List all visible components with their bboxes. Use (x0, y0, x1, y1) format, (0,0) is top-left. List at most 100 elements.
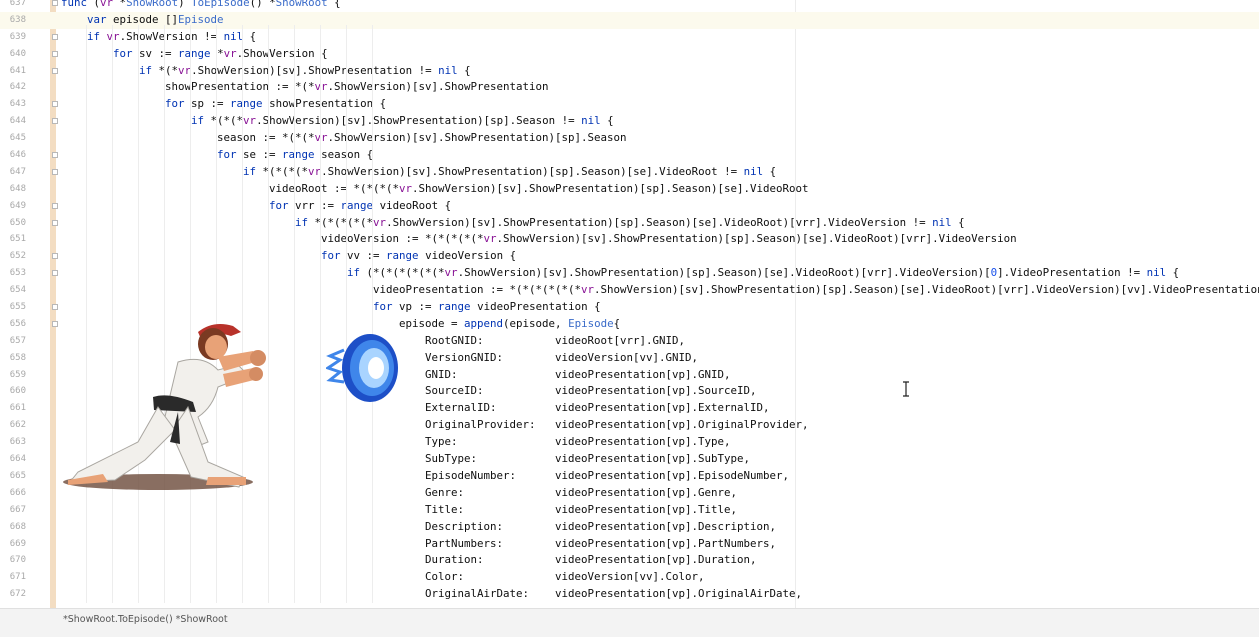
fold-marker-icon[interactable] (52, 168, 58, 175)
code-text[interactable]: if *(*vr.ShowVersion)[sv].ShowPresentati… (61, 63, 471, 80)
code-line[interactable]: 644 if *(*(*vr.ShowVersion)[sv].ShowPres… (0, 113, 1259, 130)
line-number: 643 (9, 99, 26, 110)
line-number: 672 (9, 589, 26, 600)
fold-marker-icon[interactable] (52, 304, 58, 311)
code-text[interactable]: season := *(*(*vr.ShowVersion)[sv].ShowP… (61, 130, 627, 147)
code-line[interactable]: 640 for sv := range *vr.ShowVersion { (0, 46, 1259, 63)
code-line[interactable]: 638 var episode []Episode (0, 11, 1259, 29)
fold-marker-icon[interactable] (52, 253, 58, 260)
line-number: 651 (9, 234, 26, 245)
code-text[interactable]: showPresentation := *(*vr.ShowVersion)[s… (61, 79, 549, 96)
code-text[interactable]: if vr.ShowVersion != nil { (61, 29, 256, 46)
code-line[interactable]: 643 for sp := range showPresentation { (0, 96, 1259, 113)
code-text[interactable]: videoPresentation := *(*(*(*(*(*vr.ShowV… (61, 282, 1259, 299)
code-line[interactable]: 645 season := *(*(*vr.ShowVersion)[sv].S… (0, 130, 1259, 147)
line-number: 650 (9, 217, 26, 228)
fold-marker-icon[interactable] (52, 219, 58, 226)
code-text[interactable]: if (*(*(*(*(*(*vr.ShowVersion)[sv].ShowP… (61, 265, 1179, 282)
line-number: 646 (9, 150, 26, 161)
fold-marker-icon[interactable] (52, 152, 58, 159)
line-number: 658 (9, 352, 26, 363)
code-line[interactable]: 648 videoRoot := *(*(*(*vr.ShowVersion)[… (0, 181, 1259, 198)
code-line[interactable]: 649 for vrr := range videoRoot { (0, 198, 1259, 215)
code-text[interactable]: Color: videoVersion[vv].Color, (61, 569, 705, 586)
code-line[interactable]: 650 if *(*(*(*(*vr.ShowVersion)[sv].Show… (0, 215, 1259, 232)
code-text[interactable]: if *(*(*(*vr.ShowVersion)[sv].ShowPresen… (61, 164, 776, 181)
line-number: 648 (9, 183, 26, 194)
code-text[interactable]: for se := range season { (61, 147, 373, 164)
code-line[interactable]: 653 if (*(*(*(*(*(*vr.ShowVersion)[sv].S… (0, 265, 1259, 282)
code-text[interactable]: Title: videoPresentation[vp].Title, (61, 502, 737, 519)
line-number: 660 (9, 386, 26, 397)
line-number: 653 (9, 268, 26, 279)
code-text[interactable]: for vrr := range videoRoot { (61, 198, 451, 215)
code-text[interactable]: videoVersion := *(*(*(*(*vr.ShowVersion)… (61, 231, 1017, 248)
code-line[interactable]: 669 PartNumbers: videoPresentation[vp].P… (0, 536, 1259, 553)
line-number: 647 (9, 166, 26, 177)
line-number: 659 (9, 369, 26, 380)
code-line[interactable]: 641 if *(*vr.ShowVersion)[sv].ShowPresen… (0, 63, 1259, 80)
code-line[interactable]: 642 showPresentation := *(*vr.ShowVersio… (0, 79, 1259, 96)
fold-marker-icon[interactable] (52, 50, 58, 57)
line-number: 669 (9, 538, 26, 549)
line-number: 670 (9, 555, 26, 566)
fold-marker-icon[interactable] (52, 67, 58, 74)
line-number: 668 (9, 521, 26, 532)
code-line[interactable]: 652 for vv := range videoVersion { (0, 248, 1259, 265)
fold-marker-icon[interactable] (52, 101, 58, 108)
text-cursor-icon (903, 381, 909, 397)
line-number: 642 (9, 82, 26, 93)
line-number: 665 (9, 470, 26, 481)
code-line[interactable]: 672 OriginalAirDate: videoPresentation[v… (0, 586, 1259, 603)
code-line[interactable]: 654 videoPresentation := *(*(*(*(*(*vr.S… (0, 282, 1259, 299)
fold-marker-icon[interactable] (52, 0, 58, 6)
code-text[interactable]: OriginalAirDate: videoPresentation[vp].O… (61, 586, 802, 603)
fighter-sprite (63, 324, 266, 490)
line-number: 671 (9, 572, 26, 583)
code-line[interactable]: 647 if *(*(*(*vr.ShowVersion)[sv].ShowPr… (0, 164, 1259, 181)
code-text[interactable]: PartNumbers: videoPresentation[vp].PartN… (61, 536, 776, 553)
indent-guide (320, 25, 321, 603)
line-number: 656 (9, 318, 26, 329)
line-number: 641 (9, 65, 26, 76)
status-bar: *ShowRoot.ToEpisode() *ShowRoot (0, 608, 1259, 637)
indent-guide (346, 25, 347, 603)
code-line[interactable]: 670 Duration: videoPresentation[vp].Dura… (0, 552, 1259, 569)
code-text[interactable]: for sv := range *vr.ShowVersion { (61, 46, 328, 63)
indent-guide (372, 25, 373, 603)
breadcrumb[interactable]: *ShowRoot.ToEpisode() *ShowRoot (63, 614, 228, 625)
fold-marker-icon[interactable] (52, 118, 58, 125)
line-number: 652 (9, 251, 26, 262)
fold-marker-icon[interactable] (52, 202, 58, 209)
code-line[interactable]: 671 Color: videoVersion[vv].Color, (0, 569, 1259, 586)
code-line[interactable]: 646 for se := range season { (0, 147, 1259, 164)
code-line[interactable]: 668 Description: videoPresentation[vp].D… (0, 519, 1259, 536)
line-number: 640 (9, 48, 26, 59)
code-line[interactable]: 639 if vr.ShowVersion != nil { (0, 29, 1259, 46)
code-text[interactable]: if *(*(*(*(*vr.ShowVersion)[sv].ShowPres… (61, 215, 965, 232)
code-text[interactable]: Duration: videoPresentation[vp].Duration… (61, 552, 757, 569)
code-text[interactable]: videoRoot := *(*(*(*vr.ShowVersion)[sv].… (61, 181, 809, 198)
code-line[interactable]: 667 Title: videoPresentation[vp].Title, (0, 502, 1259, 519)
line-number: 663 (9, 437, 26, 448)
line-number: 657 (9, 335, 26, 346)
line-number: 639 (9, 31, 26, 42)
code-text[interactable]: for sp := range showPresentation { (61, 96, 386, 113)
fold-marker-icon[interactable] (52, 270, 58, 277)
indent-guide (268, 25, 269, 603)
code-line[interactable]: 651 videoVersion := *(*(*(*(*vr.ShowVers… (0, 231, 1259, 248)
code-editor[interactable]: 637 func (vr *ShowRoot) ToEpisode() *Show… (0, 0, 1259, 603)
line-number: 664 (9, 454, 26, 465)
line-number: 667 (9, 504, 26, 515)
line-number: 645 (9, 133, 26, 144)
code-text[interactable]: for vv := range videoVersion { (61, 248, 516, 265)
line-number: 649 (9, 200, 26, 211)
code-text[interactable]: if *(*(*vr.ShowVersion)[sv].ShowPresenta… (61, 113, 614, 130)
code-text[interactable]: Description: videoPresentation[vp].Descr… (61, 519, 776, 536)
line-number: 666 (9, 487, 26, 498)
code-line[interactable]: 637 func (vr *ShowRoot) ToEpisode() *Show… (0, 0, 1259, 12)
line-number: 654 (9, 285, 26, 296)
fold-marker-icon[interactable] (52, 33, 58, 40)
fireball-sprite (326, 334, 398, 402)
code-text[interactable]: func (vr *ShowRoot) ToEpisode() *ShowRoo… (61, 0, 341, 12)
